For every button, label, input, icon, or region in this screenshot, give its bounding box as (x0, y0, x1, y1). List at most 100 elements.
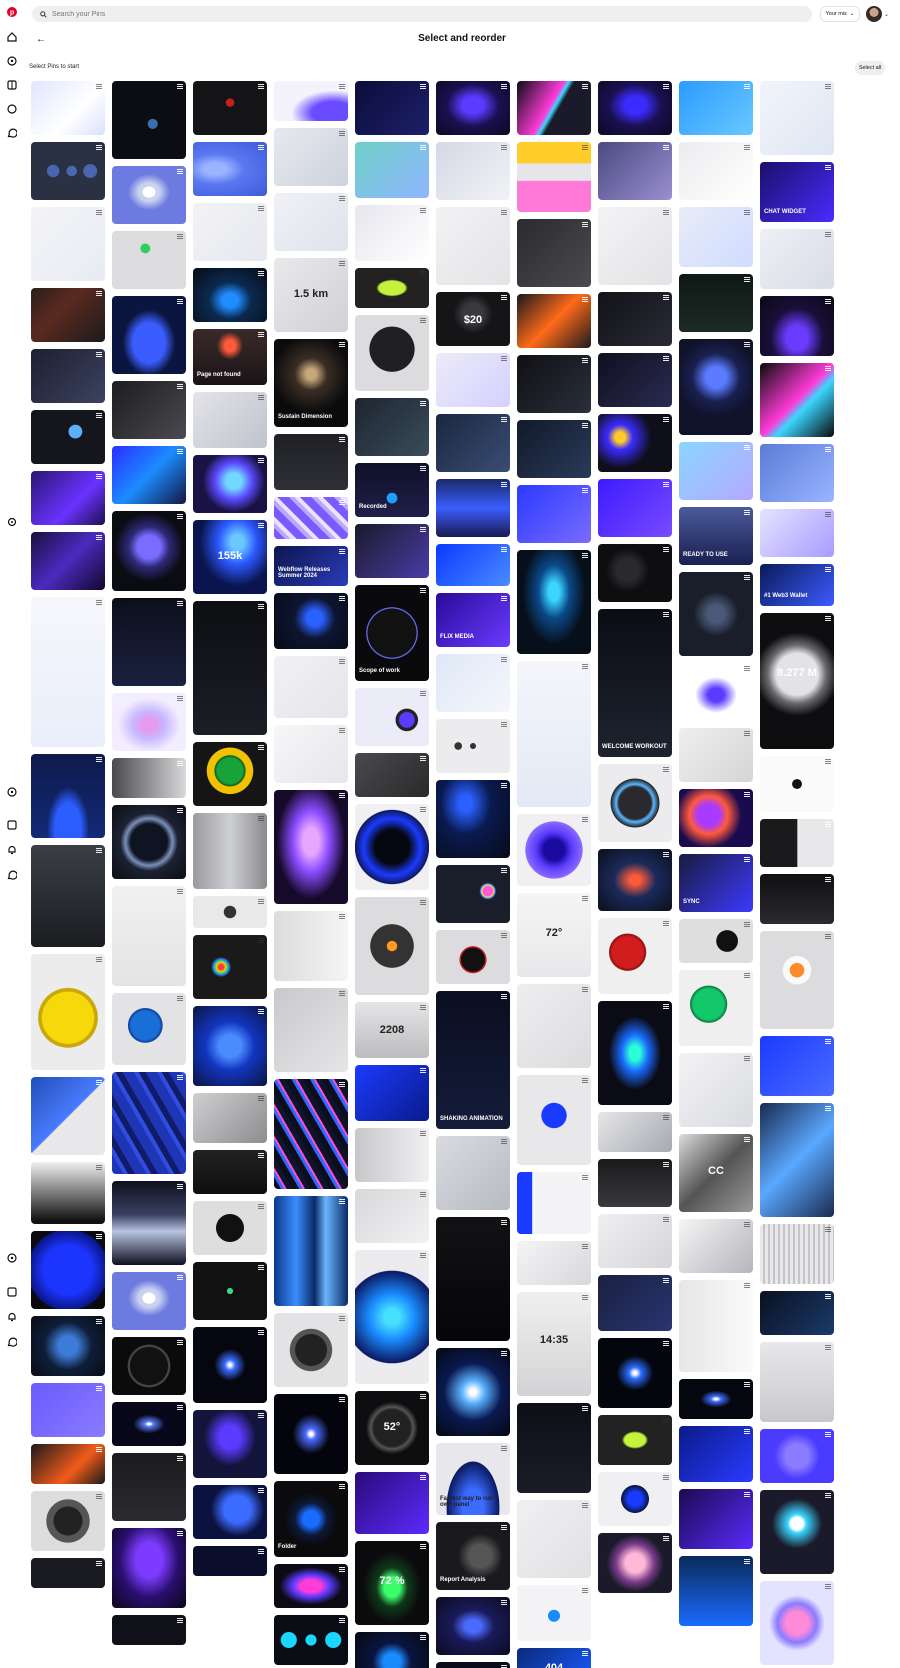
drag-handle-icon[interactable] (339, 549, 345, 554)
drag-handle-icon[interactable] (582, 817, 588, 822)
drag-handle-icon[interactable] (96, 757, 102, 762)
drag-handle-icon[interactable] (501, 657, 507, 662)
pin-card[interactable] (31, 1444, 105, 1484)
pin-card[interactable] (679, 1379, 753, 1419)
pin-card[interactable] (112, 1528, 186, 1608)
pin-card[interactable] (112, 886, 186, 986)
drag-handle-icon[interactable] (339, 1618, 345, 1623)
drag-handle-icon[interactable] (663, 210, 669, 215)
drag-handle-icon[interactable] (501, 295, 507, 300)
drag-handle-icon[interactable] (339, 1082, 345, 1087)
drag-handle-icon[interactable] (501, 1600, 507, 1605)
pin-card[interactable] (355, 753, 429, 797)
pin-card[interactable] (355, 1472, 429, 1534)
pin-card[interactable] (31, 954, 105, 1070)
drag-handle-icon[interactable] (420, 1475, 426, 1480)
pin-card[interactable] (193, 142, 267, 196)
pin-card[interactable] (436, 719, 510, 773)
pin-card[interactable] (436, 865, 510, 923)
messages-icon[interactable] (6, 127, 18, 139)
drag-handle-icon[interactable] (501, 1220, 507, 1225)
drag-handle-icon[interactable] (96, 1165, 102, 1170)
drag-handle-icon[interactable] (339, 728, 345, 733)
drag-handle-icon[interactable] (339, 500, 345, 505)
pin-card[interactable] (517, 1172, 591, 1234)
pin-card[interactable]: READY TO USE (679, 507, 753, 565)
drag-handle-icon[interactable] (744, 145, 750, 150)
pin-card[interactable] (436, 353, 510, 407)
pin-card[interactable]: 72 % (355, 1541, 429, 1625)
explore-icon[interactable] (6, 55, 18, 67)
pin-card[interactable] (274, 1615, 348, 1665)
pin-card[interactable]: WELCOME WORKOUT (598, 609, 672, 757)
select-all-button[interactable]: Select all (855, 61, 885, 75)
drag-handle-icon[interactable] (663, 145, 669, 150)
drag-handle-icon[interactable] (825, 1227, 831, 1232)
drag-handle-icon[interactable] (663, 1475, 669, 1480)
pin-card[interactable] (31, 349, 105, 403)
pin-card[interactable]: 14:35 (517, 1292, 591, 1396)
drag-handle-icon[interactable] (582, 553, 588, 558)
pin-card[interactable] (517, 219, 591, 287)
pin-card[interactable] (517, 984, 591, 1068)
pin-card[interactable] (679, 789, 753, 847)
drag-handle-icon[interactable] (339, 342, 345, 347)
pin-card[interactable] (193, 1546, 267, 1576)
pin-card[interactable] (436, 1662, 510, 1668)
drag-handle-icon[interactable] (258, 938, 264, 943)
drag-handle-icon[interactable] (258, 145, 264, 150)
drag-handle-icon[interactable] (663, 84, 669, 89)
drag-handle-icon[interactable] (825, 567, 831, 572)
pin-card[interactable] (112, 1337, 186, 1395)
drag-handle-icon[interactable] (96, 145, 102, 150)
drag-handle-icon[interactable] (96, 291, 102, 296)
drag-handle-icon[interactable] (663, 295, 669, 300)
pin-card[interactable]: $20 (436, 292, 510, 346)
drag-handle-icon[interactable] (582, 145, 588, 150)
drag-handle-icon[interactable] (177, 1275, 183, 1280)
pin-card[interactable] (598, 764, 672, 842)
pin-card[interactable] (112, 1615, 186, 1645)
drag-handle-icon[interactable] (663, 417, 669, 422)
drag-handle-icon[interactable] (420, 1192, 426, 1197)
pin-card[interactable] (355, 1128, 429, 1182)
pin-card[interactable] (112, 993, 186, 1065)
drag-handle-icon[interactable] (339, 659, 345, 664)
drag-handle-icon[interactable] (501, 933, 507, 938)
pin-card[interactable] (679, 339, 753, 435)
pin-card[interactable] (193, 203, 267, 261)
pin-card[interactable] (274, 193, 348, 251)
pin-card[interactable] (274, 1564, 348, 1608)
updates-icon[interactable] (6, 844, 18, 856)
drag-handle-icon[interactable] (339, 1397, 345, 1402)
pin-card[interactable] (436, 81, 510, 135)
pin-card[interactable] (193, 1410, 267, 1478)
pin-card[interactable] (598, 544, 672, 602)
drag-handle-icon[interactable] (177, 449, 183, 454)
pin-card[interactable] (598, 1472, 672, 1526)
drag-handle-icon[interactable] (501, 1139, 507, 1144)
drag-handle-icon[interactable] (420, 807, 426, 812)
pin-card[interactable] (517, 355, 591, 413)
pin-card[interactable] (112, 231, 186, 289)
drag-handle-icon[interactable] (258, 899, 264, 904)
drag-handle-icon[interactable] (420, 1131, 426, 1136)
pin-card[interactable] (598, 142, 672, 200)
pin-card[interactable] (436, 1136, 510, 1210)
pin-card[interactable] (517, 1075, 591, 1165)
pin-card[interactable] (598, 81, 672, 135)
pin-card[interactable] (760, 229, 834, 289)
boards-icon[interactable] (6, 79, 18, 91)
pin-card[interactable]: 155k (193, 520, 267, 594)
pin-card[interactable] (355, 897, 429, 995)
pin-card[interactable] (598, 1338, 672, 1408)
drag-handle-icon[interactable] (339, 1567, 345, 1572)
pin-card[interactable] (31, 1316, 105, 1376)
pin-card[interactable] (193, 1262, 267, 1320)
pin-card[interactable] (112, 81, 186, 159)
pin-card[interactable] (760, 1036, 834, 1096)
pin-card[interactable] (355, 81, 429, 135)
drag-handle-icon[interactable] (663, 852, 669, 857)
pin-card[interactable] (517, 1241, 591, 1285)
pin-card[interactable] (274, 988, 348, 1072)
